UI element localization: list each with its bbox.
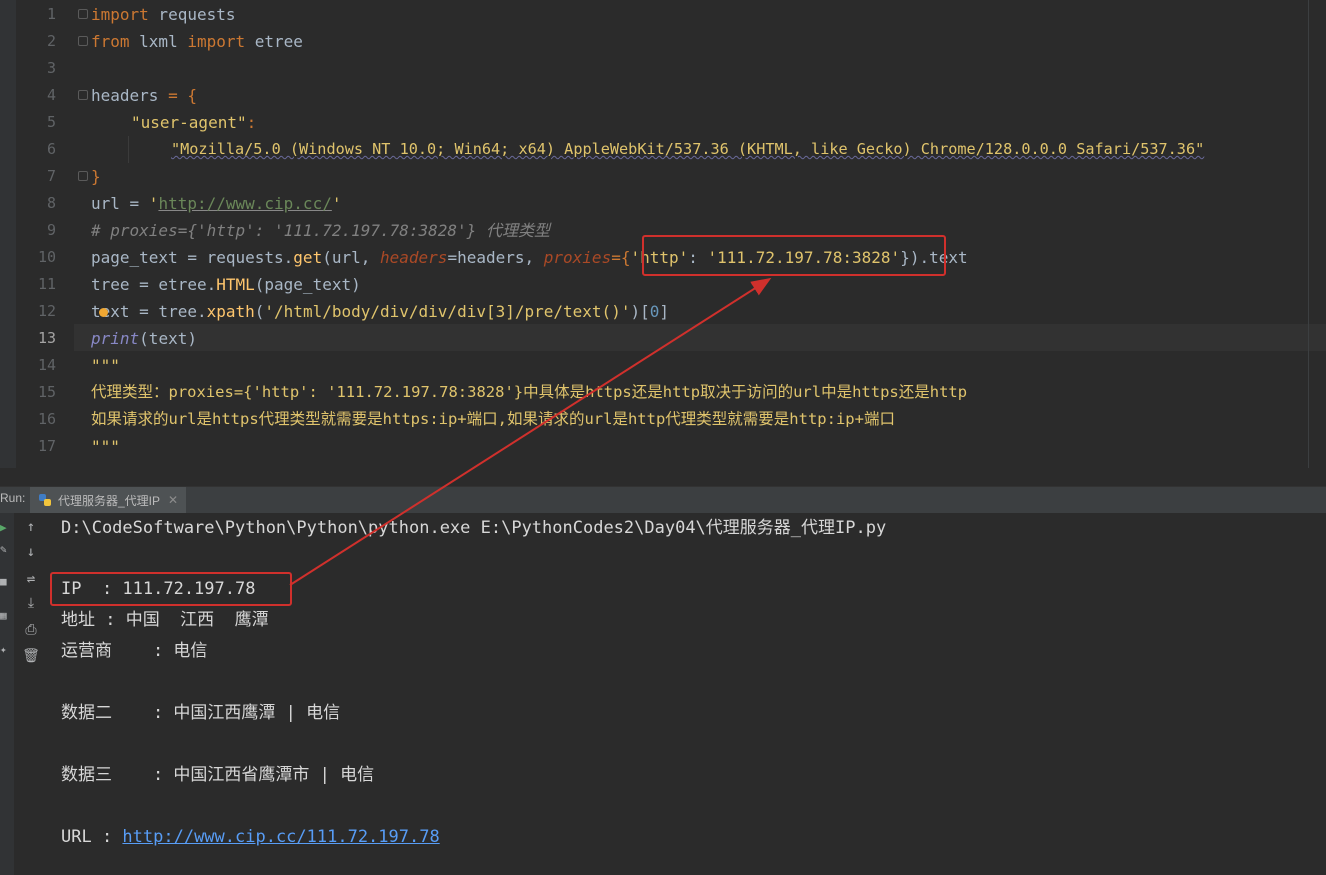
fold-marker-icon[interactable] [78, 90, 88, 100]
run-tab-title: 代理服务器_代理IP [58, 493, 161, 508]
scroll-to-end-icon[interactable]: ⤓ [22, 594, 40, 612]
fold-marker-icon[interactable] [78, 36, 88, 46]
code-line-13[interactable]: print(text) [91, 325, 197, 352]
indent-guide [128, 136, 129, 163]
layout-icon[interactable]: ▦ [0, 609, 7, 622]
close-icon[interactable]: ✕ [168, 493, 178, 507]
code-line-8[interactable]: url = 'http://www.cip.cc/' [91, 190, 341, 217]
line-number: 8 [46, 194, 56, 212]
console-toolbar: ↑ ↓ ⇌ ⤓ ⎙ 🗑 [16, 513, 46, 875]
line-number: 5 [46, 113, 56, 131]
fold-marker-icon[interactable] [78, 171, 88, 181]
annotation-box-ip [50, 572, 292, 606]
line-number: 6 [46, 140, 56, 158]
url-label: URL : [61, 827, 123, 847]
project-tool-strip [0, 0, 17, 468]
line-number-current: 13 [37, 329, 56, 347]
code-line-12[interactable]: text = tree.xpath('/html/body/div/div/di… [91, 298, 669, 325]
line-number-gutter: 1 2 3 4 5 6 7 8 9 10 11 12 13 14 15 16 1… [16, 0, 74, 468]
line-number: 9 [46, 221, 56, 239]
run-label: Run: [0, 491, 26, 505]
console-command-line: D:\CodeSoftware\Python\Python\python.exe… [61, 518, 887, 538]
line-number: 12 [37, 302, 56, 320]
code-line-4[interactable]: headers = { [91, 82, 197, 109]
soft-wrap-icon[interactable]: ⇌ [22, 570, 40, 588]
code-line-2[interactable]: from lxml import etree [91, 28, 303, 55]
code-editor[interactable]: 1 2 3 4 5 6 7 8 9 10 11 12 13 14 15 16 1… [0, 0, 1326, 468]
line-number: 4 [46, 86, 56, 104]
code-line-15[interactable]: 代理类型：proxies={'http': '111.72.197.78:382… [91, 379, 967, 406]
current-line-highlight [74, 324, 1326, 351]
code-line-5[interactable]: "user-agent": [131, 109, 256, 136]
code-line-16[interactable]: 如果请求的url是https代理类型就需要是https:ip+端口,如果请求的u… [91, 406, 895, 433]
annotation-box-proxy [642, 235, 946, 276]
console-url-line: URL : http://www.cip.cc/111.72.197.78 [61, 822, 440, 853]
print-icon[interactable]: ⎙ [22, 621, 40, 639]
python-icon [39, 494, 51, 506]
line-number: 17 [37, 437, 56, 455]
scroll-down-icon[interactable]: ↓ [22, 543, 40, 561]
code-line-11[interactable]: tree = etree.HTML(page_text) [91, 271, 361, 298]
line-number: 16 [37, 410, 56, 428]
console-data3-line: 数据三 : 中国江西省鹰潭市 | 电信 [61, 765, 375, 785]
stop-icon[interactable]: ■ [0, 575, 7, 588]
fold-marker-icon[interactable] [78, 9, 88, 19]
code-line-14[interactable]: """ [91, 352, 120, 379]
scroll-up-icon[interactable]: ↑ [22, 518, 40, 536]
line-number: 15 [37, 383, 56, 401]
pin-icon[interactable]: ✦ [0, 643, 7, 656]
trash-icon[interactable]: 🗑 [22, 647, 40, 665]
rerun-icon[interactable]: ▶ [0, 521, 7, 534]
code-line-17[interactable]: """ [91, 433, 120, 460]
line-number: 3 [46, 59, 56, 77]
console-isp-line: 运营商 : 电信 [61, 641, 208, 661]
run-tab[interactable]: 代理服务器_代理IP ✕ [30, 487, 187, 513]
line-number: 1 [46, 5, 56, 23]
run-tool-window-header: Run: 代理服务器_代理IP ✕ [0, 486, 1326, 514]
intention-bulb-icon[interactable] [99, 308, 108, 317]
code-line-1[interactable]: import requests [91, 1, 236, 28]
right-margin-guide [1308, 0, 1309, 468]
url-link[interactable]: http://www.cip.cc/111.72.197.78 [122, 827, 439, 847]
line-number: 2 [46, 32, 56, 50]
line-number: 14 [37, 356, 56, 374]
code-line-6[interactable]: "Mozilla/5.0 (Windows NT 10.0; Win64; x6… [171, 136, 1204, 163]
code-line-9[interactable]: # proxies={'http': '111.72.197.78:3828'}… [91, 217, 550, 244]
line-number: 10 [37, 248, 56, 266]
run-console[interactable]: ▶ ✎ ■ ▦ ✦ ↑ ↓ ⇌ ⤓ ⎙ 🗑 D:\CodeSoftware\Py… [0, 513, 1326, 875]
line-number: 7 [46, 167, 56, 185]
code-line-7[interactable]: } [91, 163, 101, 190]
console-left-strip: ▶ ✎ ■ ▦ ✦ [0, 513, 14, 875]
console-address-line: 地址 : 中国 江西 鹰潭 [61, 610, 269, 630]
wrench-icon[interactable]: ✎ [0, 543, 7, 556]
console-data2-line: 数据二 : 中国江西鹰潭 | 电信 [61, 703, 341, 723]
line-number: 11 [37, 275, 56, 293]
